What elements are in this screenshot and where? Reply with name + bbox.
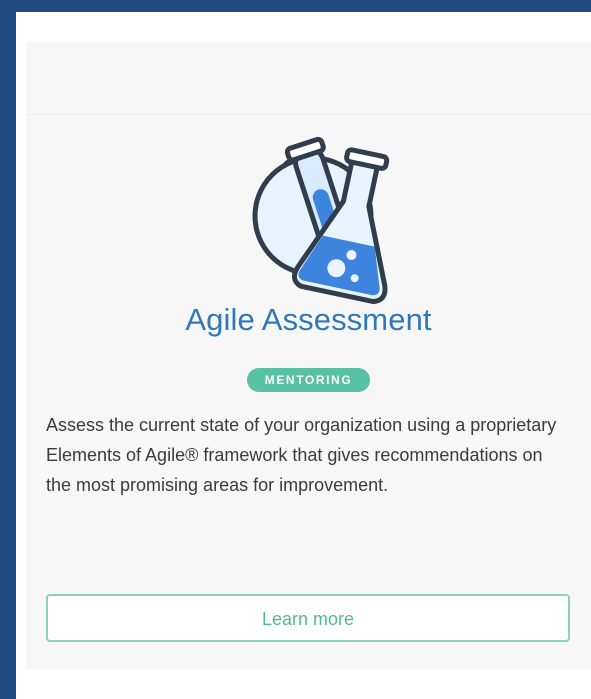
learn-more-button[interactable]: Learn more <box>46 594 570 642</box>
card-title: Agile Assessment <box>185 302 432 337</box>
agile-assessment-card: Agile Assessment MENTORING Assess the cu… <box>26 42 591 669</box>
card-description: Assess the current state of your organiz… <box>46 415 557 495</box>
badge-wrap: MENTORING <box>26 368 591 392</box>
mentoring-badge: MENTORING <box>246 368 371 392</box>
chemistry-flask-icon <box>220 70 420 330</box>
